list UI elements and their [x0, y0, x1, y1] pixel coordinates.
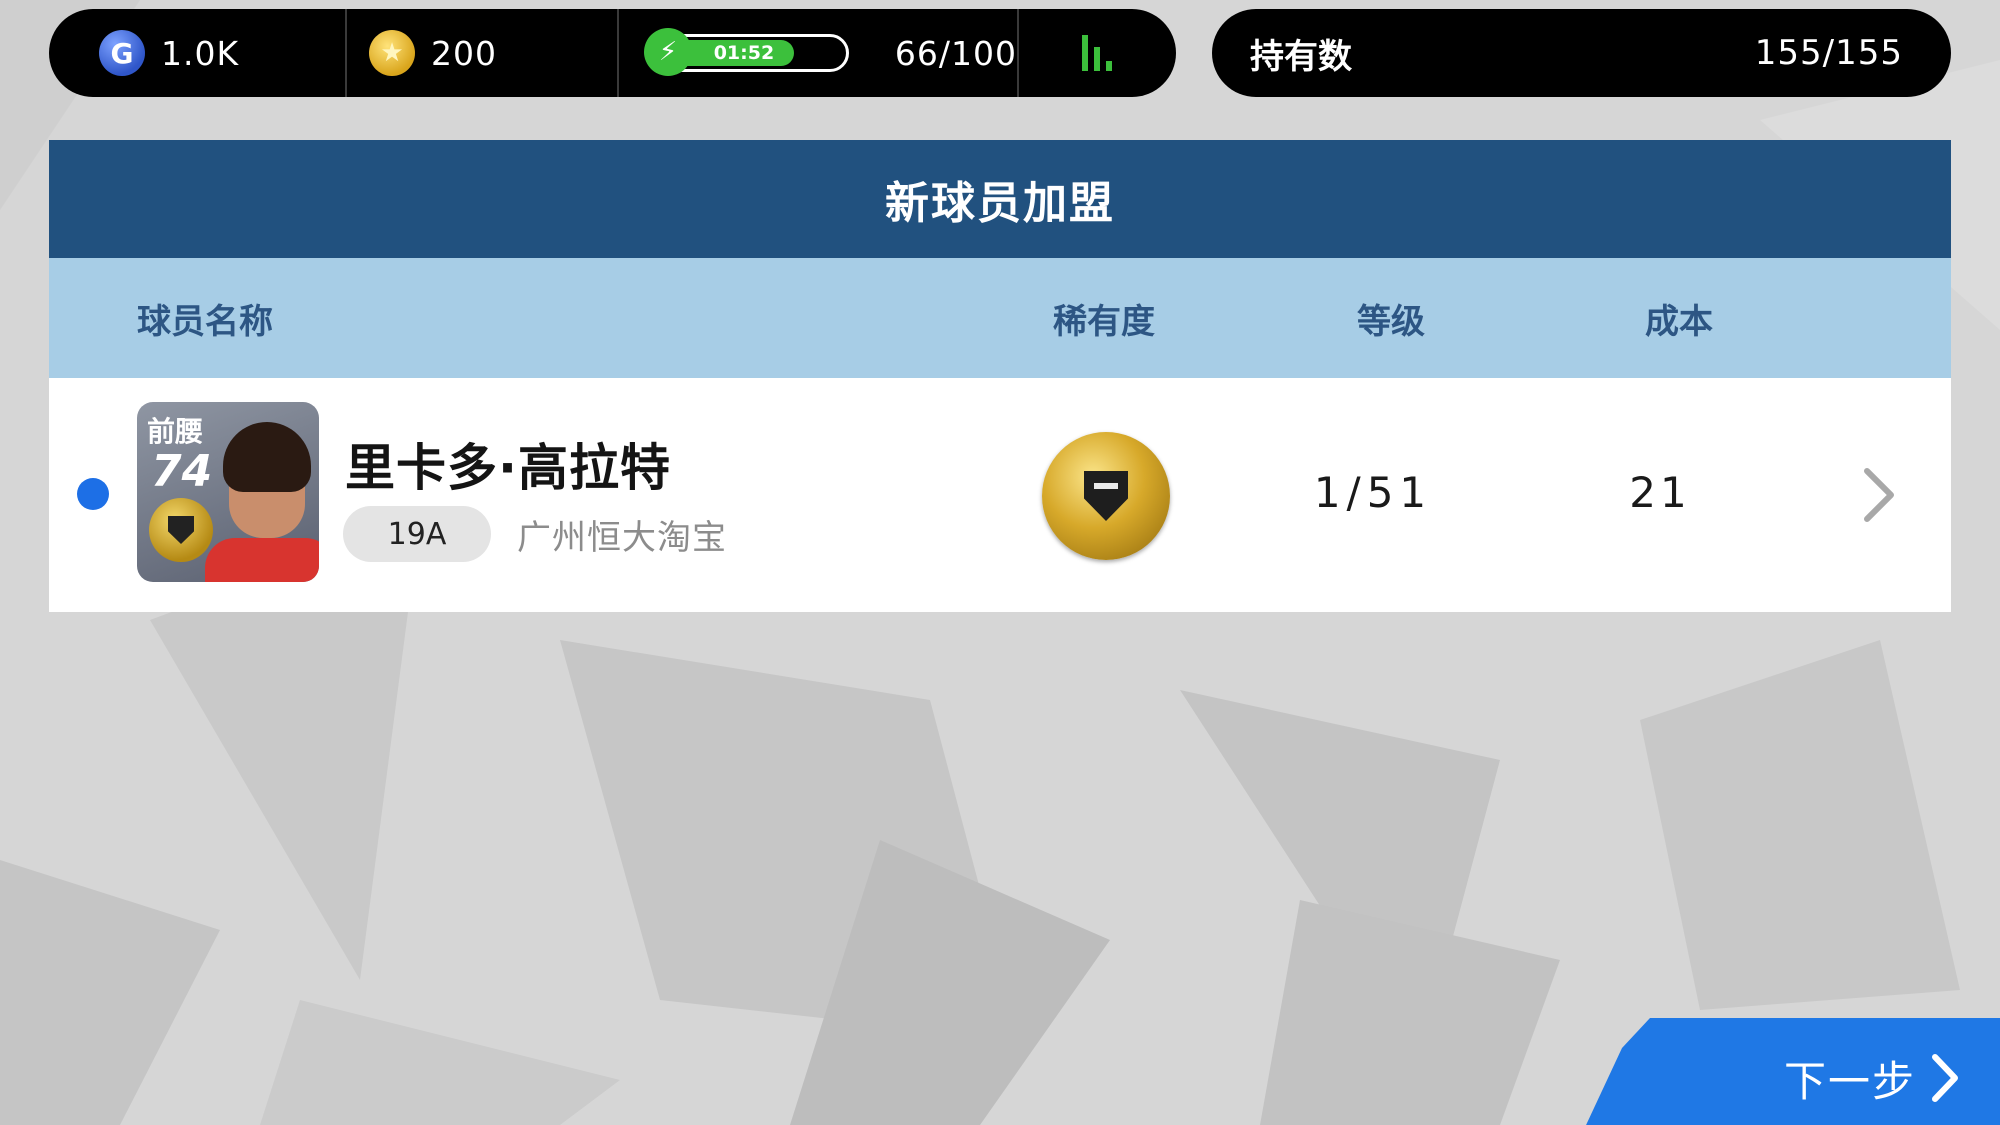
player-row[interactable]: 前腰 74 里卡多·高拉特 19A 广州恒大淘宝 1/51 21 — [49, 378, 1951, 612]
gp-value: 1.0K — [161, 33, 240, 73]
chevron-right-icon[interactable] — [1849, 460, 1909, 530]
energy-bolt-icon: ⚡ — [644, 28, 692, 76]
player-card[interactable]: 前腰 74 — [137, 402, 319, 582]
club-name: 广州恒大淘宝 — [517, 518, 727, 558]
player-position: 前腰 — [147, 415, 204, 448]
column-header-row: 球员名称 稀有度 等级 成本 — [49, 258, 1951, 378]
column-header-rarity: 稀有度 — [1053, 301, 1155, 342]
coin-icon: ★ — [369, 30, 415, 76]
owned-label: 持有数 — [1250, 36, 1352, 77]
energy-bar: ⚡ 01:52 — [644, 28, 849, 76]
next-button-label: 下一步 — [1783, 1056, 1916, 1106]
new-player-panel: 新球员加盟 球员名称 稀有度 等级 成本 前腰 74 里卡多·高拉特 19A 广… — [49, 140, 1951, 612]
coin-value: 200 — [431, 33, 497, 73]
column-header-cost: 成本 — [1645, 301, 1713, 342]
owned-counter: 持有数 155/155 — [1212, 9, 1951, 97]
player-name: 里卡多·高拉特 — [345, 439, 671, 497]
card-rarity-icon — [149, 498, 213, 562]
rarity-gold-ball-icon — [1042, 432, 1170, 560]
season-badge: 19A — [343, 506, 491, 562]
stats-icon — [1081, 35, 1112, 71]
column-header-player-name: 球员名称 — [137, 301, 273, 342]
next-chevron-icon — [1932, 1054, 1958, 1102]
currency-status-bar: G 1.0K ★ 200 ⚡ 01:52 66/100 — [49, 9, 1176, 97]
next-button[interactable]: 下一步 — [1580, 1018, 2000, 1125]
player-portrait — [205, 422, 319, 582]
gp-icon: G — [99, 30, 145, 76]
energy-count: 66/100 — [894, 33, 1017, 73]
player-rating: 74 — [151, 446, 213, 497]
player-cost: 21 — [1629, 468, 1691, 517]
energy-display[interactable]: ⚡ 01:52 66/100 — [617, 9, 1017, 97]
column-header-level: 等级 — [1357, 301, 1425, 342]
player-level: 1/51 — [1313, 468, 1433, 517]
stats-button[interactable] — [1017, 9, 1176, 97]
selection-dot — [77, 478, 109, 510]
coin-display[interactable]: ★ 200 — [345, 9, 617, 97]
owned-value: 155/155 — [1754, 33, 1903, 73]
panel-title: 新球员加盟 — [49, 140, 1951, 258]
gp-display[interactable]: G 1.0K — [49, 9, 345, 97]
